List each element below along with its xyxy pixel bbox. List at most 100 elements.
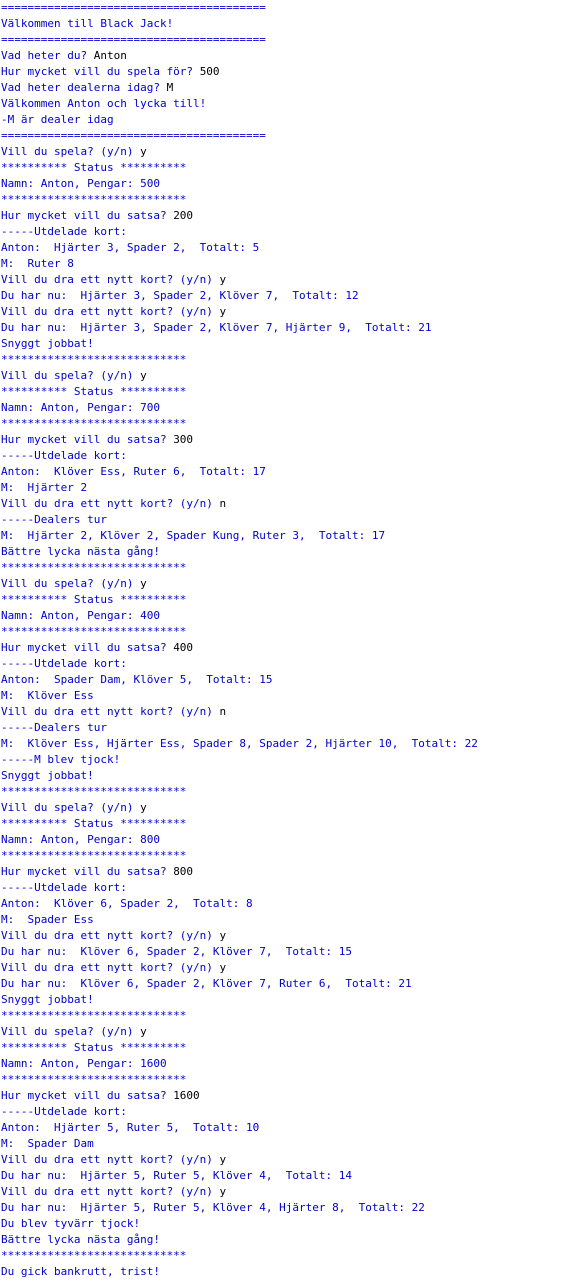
output-text: **************************** — [1, 417, 187, 430]
user-input-text: y — [219, 961, 227, 974]
output-text: -----Utdelade kort: — [1, 225, 127, 238]
output-text: Anton: Hjärter 3, Spader 2, Totalt: 5 — [1, 241, 260, 254]
output-text: **************************** — [1, 193, 187, 206]
prompt-text: Vill du spela? (y/n) — [1, 577, 141, 590]
output-text: -----Utdelade kort: — [1, 881, 127, 894]
prompt-text: Hur mycket vill du spela för? — [1, 65, 200, 78]
output-text: Du har nu: Hjärter 3, Spader 2, Klöver 7… — [1, 321, 432, 334]
console-line: -----Dealers tur — [1, 512, 588, 528]
console-line: **************************** — [1, 784, 588, 800]
prompt-text: Vad heter du? — [1, 49, 94, 62]
user-input-text: y — [219, 1153, 227, 1166]
user-input-text: n — [219, 705, 227, 718]
prompt-text: Vill du dra ett nytt kort? (y/n) — [1, 273, 220, 286]
prompt-text: Hur mycket vill du satsa? — [1, 865, 174, 878]
console-line: Vill du dra ett nytt kort? (y/n) y — [1, 1184, 588, 1200]
output-text: Du har nu: Klöver 6, Spader 2, Klöver 7,… — [1, 945, 352, 958]
console-line: M: Ruter 8 — [1, 256, 588, 272]
output-text: Bättre lycka nästa gång! — [1, 545, 160, 558]
prompt-text: Vill du dra ett nytt kort? (y/n) — [1, 961, 220, 974]
console-line: **************************** — [1, 192, 588, 208]
prompt-text: Vill du dra ett nytt kort? (y/n) — [1, 1185, 220, 1198]
console-line: ======================================== — [1, 0, 588, 16]
output-text: Du har nu: Klöver 6, Spader 2, Klöver 7,… — [1, 977, 412, 990]
console-line: Hur mycket vill du satsa? 300 — [1, 432, 588, 448]
output-text: M: Spader Ess — [1, 913, 94, 926]
console-line: Anton: Klöver 6, Spader 2, Totalt: 8 — [1, 896, 588, 912]
user-input-text: 800 — [173, 865, 194, 878]
console-line: M: Hjärter 2, Klöver 2, Spader Kung, Rut… — [1, 528, 588, 544]
output-text: M: Klöver Ess, Hjärter Ess, Spader 8, Sp… — [1, 737, 478, 750]
console-line: Hur mycket vill du satsa? 200 — [1, 208, 588, 224]
prompt-text: Hur mycket vill du satsa? — [1, 209, 174, 222]
console-line: Du har nu: Klöver 6, Spader 2, Klöver 7,… — [1, 976, 588, 992]
output-text: ======================================== — [1, 129, 266, 142]
console-line: -----Utdelade kort: — [1, 656, 588, 672]
prompt-text: Vill du spela? (y/n) — [1, 1025, 141, 1038]
console-line: ======================================== — [1, 32, 588, 48]
output-text: ======================================== — [1, 1, 266, 14]
output-text: Snyggt jobbat! — [1, 993, 94, 1006]
console-line: -----Utdelade kort: — [1, 448, 588, 464]
output-text: M: Spader Dam — [1, 1137, 94, 1150]
console-line: -----Utdelade kort: — [1, 880, 588, 896]
prompt-text: Vill du dra ett nytt kort? (y/n) — [1, 705, 220, 718]
output-text: Namn: Anton, Pengar: 500 — [1, 177, 160, 190]
output-text: ********** Status ********** — [1, 817, 187, 830]
user-input-text: y — [140, 369, 147, 382]
output-text: Anton: Hjärter 5, Ruter 5, Totalt: 10 — [1, 1121, 260, 1134]
output-text: -----Utdelade kort: — [1, 657, 127, 670]
console-line: M: Spader Dam — [1, 1136, 588, 1152]
console-line: **************************** — [1, 624, 588, 640]
output-text: M: Ruter 8 — [1, 257, 74, 270]
user-input-text: y — [140, 1025, 147, 1038]
user-input-text: 300 — [173, 433, 194, 446]
console-line: Hur mycket vill du satsa? 1600 — [1, 1088, 588, 1104]
user-input-text: 200 — [173, 209, 194, 222]
output-text: **************************** — [1, 849, 187, 862]
prompt-text: Vill du spela? (y/n) — [1, 145, 141, 158]
console-line: Namn: Anton, Pengar: 1600 — [1, 1056, 588, 1072]
user-input-text: y — [219, 305, 227, 318]
output-text: -----Utdelade kort: — [1, 1105, 127, 1118]
console-line: Vill du dra ett nytt kort? (y/n) y — [1, 272, 588, 288]
console-line: Vill du spela? (y/n) y — [1, 368, 588, 384]
console-line: M: Klöver Ess — [1, 688, 588, 704]
output-text: **************************** — [1, 785, 187, 798]
prompt-text: Hur mycket vill du satsa? — [1, 433, 174, 446]
console-line: Vad heter dealerna idag? M — [1, 80, 588, 96]
output-text: Du har nu: Hjärter 3, Spader 2, Klöver 7… — [1, 289, 359, 302]
user-input-text: M — [166, 81, 174, 94]
output-text: M: Klöver Ess — [1, 689, 94, 702]
output-text: Du gick bankrutt, trist! — [1, 1265, 160, 1278]
user-input-text: y — [219, 273, 227, 286]
prompt-text: Vill du dra ett nytt kort? (y/n) — [1, 1153, 220, 1166]
output-text: Snyggt jobbat! — [1, 337, 94, 350]
user-input-text: 500 — [199, 65, 220, 78]
console-line: Anton: Hjärter 5, Ruter 5, Totalt: 10 — [1, 1120, 588, 1136]
user-input-text: y — [140, 801, 147, 814]
output-text: Anton: Klöver Ess, Ruter 6, Totalt: 17 — [1, 465, 266, 478]
console-line: ********** Status ********** — [1, 160, 588, 176]
user-input-text: Anton — [93, 49, 127, 62]
output-text: M: Hjärter 2 — [1, 481, 88, 494]
console-output[interactable]: ========================================… — [0, 0, 588, 1283]
output-text: ======================================== — [1, 33, 266, 46]
prompt-text: Hur mycket vill du satsa? — [1, 641, 174, 654]
console-line: Vill du spela? (y/n) y — [1, 576, 588, 592]
console-line: ********** Status ********** — [1, 592, 588, 608]
console-line: Snyggt jobbat! — [1, 992, 588, 1008]
prompt-text: Hur mycket vill du satsa? — [1, 1089, 174, 1102]
console-line: -----Dealers tur — [1, 720, 588, 736]
output-text: ********** Status ********** — [1, 161, 187, 174]
output-text: -M är dealer idag — [1, 113, 114, 126]
console-line: Vill du spela? (y/n) y — [1, 800, 588, 816]
console-line: **************************** — [1, 416, 588, 432]
output-text: Bättre lycka nästa gång! — [1, 1233, 160, 1246]
console-line: ======================================== — [1, 128, 588, 144]
output-text: Du har nu: Hjärter 5, Ruter 5, Klöver 4,… — [1, 1169, 352, 1182]
output-text: **************************** — [1, 353, 187, 366]
output-text: ********** Status ********** — [1, 593, 187, 606]
console-line: **************************** — [1, 848, 588, 864]
console-line: ********** Status ********** — [1, 1040, 588, 1056]
